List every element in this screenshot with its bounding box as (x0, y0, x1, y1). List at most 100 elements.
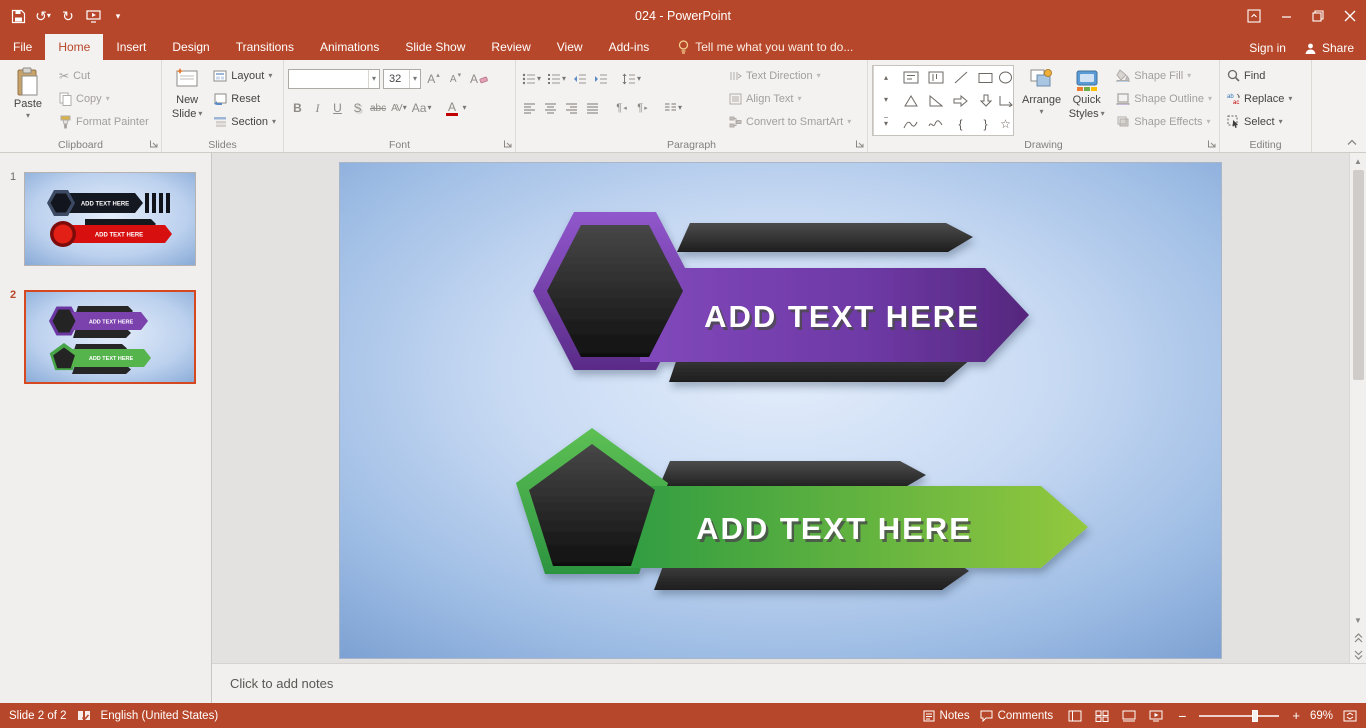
shape-scribble[interactable] (923, 112, 948, 135)
strikethrough-button[interactable]: abc (368, 97, 388, 119)
drawing-dialog-launcher[interactable] (1207, 139, 1217, 149)
align-right-button[interactable] (562, 97, 581, 119)
align-left-button[interactable] (520, 97, 539, 119)
shape-triangle[interactable] (898, 89, 923, 112)
text-shadow-button[interactable]: S (348, 97, 367, 119)
decrease-indent-button[interactable] (570, 68, 589, 90)
slide-thumbnail-2[interactable]: 2 ADD TEXT HERE ADD TEXT HERE (10, 289, 200, 384)
save-button[interactable] (6, 3, 30, 29)
ltr-text-direction-button[interactable]: ¶ ◂ (612, 97, 631, 119)
line-spacing-button[interactable]: ▾ (620, 68, 643, 90)
character-spacing-button[interactable]: AV ▾ (389, 97, 409, 119)
italic-button[interactable]: I (308, 97, 327, 119)
format-painter-button[interactable]: Format Painter (56, 110, 152, 133)
tab-review[interactable]: Review (478, 34, 543, 60)
shape-star[interactable]: ☆ (998, 112, 1013, 135)
select-button[interactable]: Select ▾ (1224, 110, 1295, 133)
text-direction-button[interactable]: Text Direction ▾ (726, 64, 854, 87)
font-name-combo[interactable]: ▾ (288, 69, 380, 89)
shrink-font-button[interactable]: A ▾ (446, 68, 465, 90)
sign-in-link[interactable]: Sign in (1249, 41, 1286, 55)
increase-indent-button[interactable] (591, 68, 610, 90)
tab-insert[interactable]: Insert (103, 34, 159, 60)
shape-arrow-right[interactable] (948, 89, 973, 112)
paragraph-dialog-launcher[interactable] (855, 139, 865, 149)
zoom-out-button[interactable]: − (1178, 708, 1186, 724)
section-button[interactable]: Section ▾ (210, 110, 279, 133)
grow-font-button[interactable]: A ▴ (424, 68, 443, 90)
purple-banner[interactable]: ADD TEXT HERE ADD TEXT HERE (533, 212, 1029, 382)
tab-design[interactable]: Design (159, 34, 222, 60)
shape-effects-button[interactable]: Shape Effects ▾ (1113, 110, 1215, 133)
slide-thumbnail-1[interactable]: 1 ADD TEXT HERE ADD TEXT HERE (10, 171, 200, 266)
columns-button[interactable]: ▾ (662, 97, 684, 119)
font-dialog-launcher[interactable] (503, 139, 513, 149)
tab-add-ins[interactable]: Add-ins (596, 34, 663, 60)
customize-qat-button[interactable]: ▾ (106, 3, 130, 29)
next-slide-button[interactable] (1350, 646, 1366, 663)
align-center-button[interactable] (541, 97, 560, 119)
font-size-combo[interactable]: 32 ▾ (383, 69, 421, 89)
shapes-gallery-scroll[interactable]: ▴ ▾ ▾ (873, 66, 898, 135)
share-button[interactable]: Share (1304, 41, 1354, 55)
redo-button[interactable]: ↻ (56, 3, 80, 29)
tab-slide-show[interactable]: Slide Show (392, 34, 478, 60)
shape-text-box[interactable] (898, 66, 923, 89)
slide-show-button[interactable] (1144, 705, 1168, 727)
tab-animations[interactable]: Animations (307, 34, 392, 60)
spellcheck-button[interactable] (77, 709, 91, 722)
font-color-button[interactable]: A (442, 97, 461, 119)
shape-left-brace[interactable]: { (948, 112, 973, 135)
reset-button[interactable]: Reset (210, 87, 279, 110)
shape-curve[interactable] (898, 112, 923, 135)
shape-elbow-connector[interactable] (998, 89, 1013, 112)
notes-pane[interactable]: Click to add notes (212, 663, 1366, 703)
paste-button[interactable]: Paste ▾ (4, 64, 52, 136)
replace-button[interactable]: ab ac Replace ▾ (1224, 87, 1295, 110)
change-case-button[interactable]: Aa ▾ (410, 97, 434, 119)
quick-styles-button[interactable]: Quick Styles ▾ (1064, 64, 1109, 136)
reading-view-button[interactable] (1117, 705, 1141, 727)
slide-indicator[interactable]: Slide 2 of 2 (9, 710, 67, 722)
slide-sorter-view-button[interactable] (1090, 705, 1114, 727)
zoom-slider[interactable] (1199, 709, 1280, 722)
banner-bottom-text[interactable]: ADD TEXT HERE (696, 511, 972, 546)
bullets-button[interactable]: ▾ (520, 68, 543, 90)
tell-me-box[interactable]: Tell me what you want to do... (678, 40, 853, 60)
scroll-down-button[interactable]: ▼ (1350, 612, 1366, 629)
close-button[interactable] (1334, 0, 1366, 32)
zoom-slider-thumb[interactable] (1252, 709, 1259, 722)
fit-to-window-button[interactable] (1343, 710, 1357, 722)
shape-arrow-down[interactable] (973, 89, 998, 112)
tab-view[interactable]: View (544, 34, 596, 60)
language-indicator[interactable]: English (United States) (101, 710, 219, 722)
undo-button[interactable]: ↺ ▾ (31, 3, 55, 29)
banner-top-text[interactable]: ADD TEXT HERE (704, 299, 980, 334)
clear-formatting-button[interactable]: A (468, 68, 490, 90)
shape-line[interactable] (948, 66, 973, 89)
tab-transitions[interactable]: Transitions (223, 34, 307, 60)
collapse-ribbon-button[interactable] (1346, 138, 1358, 148)
shape-vertical-text-box[interactable] (923, 66, 948, 89)
shape-oval[interactable] (998, 66, 1013, 89)
zoom-level[interactable]: 69% (1310, 710, 1333, 722)
slide-canvas[interactable]: ADD TEXT HERE ADD TEXT HERE ADD TEXT HER… (340, 163, 1221, 658)
start-from-beginning-button[interactable] (81, 3, 105, 29)
new-slide-button[interactable]: New Slide ▾ (166, 64, 208, 136)
align-text-button[interactable]: Align Text ▾ (726, 87, 854, 110)
shape-fill-button[interactable]: Shape Fill ▾ (1113, 64, 1215, 87)
bold-button[interactable]: B (288, 97, 307, 119)
scrollbar-thumb[interactable] (1352, 170, 1364, 380)
rtl-text-direction-button[interactable]: ¶ ▸ (633, 97, 652, 119)
restore-button[interactable] (1302, 0, 1334, 32)
cut-button[interactable]: ✂ Cut (56, 64, 152, 87)
shape-rectangle[interactable] (973, 66, 998, 89)
ribbon-display-options-button[interactable] (1238, 0, 1270, 32)
convert-to-smartart-button[interactable]: Convert to SmartArt ▾ (726, 110, 854, 133)
find-button[interactable]: Find (1224, 64, 1295, 87)
justify-button[interactable] (583, 97, 602, 119)
clipboard-dialog-launcher[interactable] (149, 139, 159, 149)
minimize-button[interactable] (1270, 0, 1302, 32)
shape-outline-button[interactable]: Shape Outline ▾ (1113, 87, 1215, 110)
comments-toggle[interactable]: Comments (980, 710, 1053, 722)
